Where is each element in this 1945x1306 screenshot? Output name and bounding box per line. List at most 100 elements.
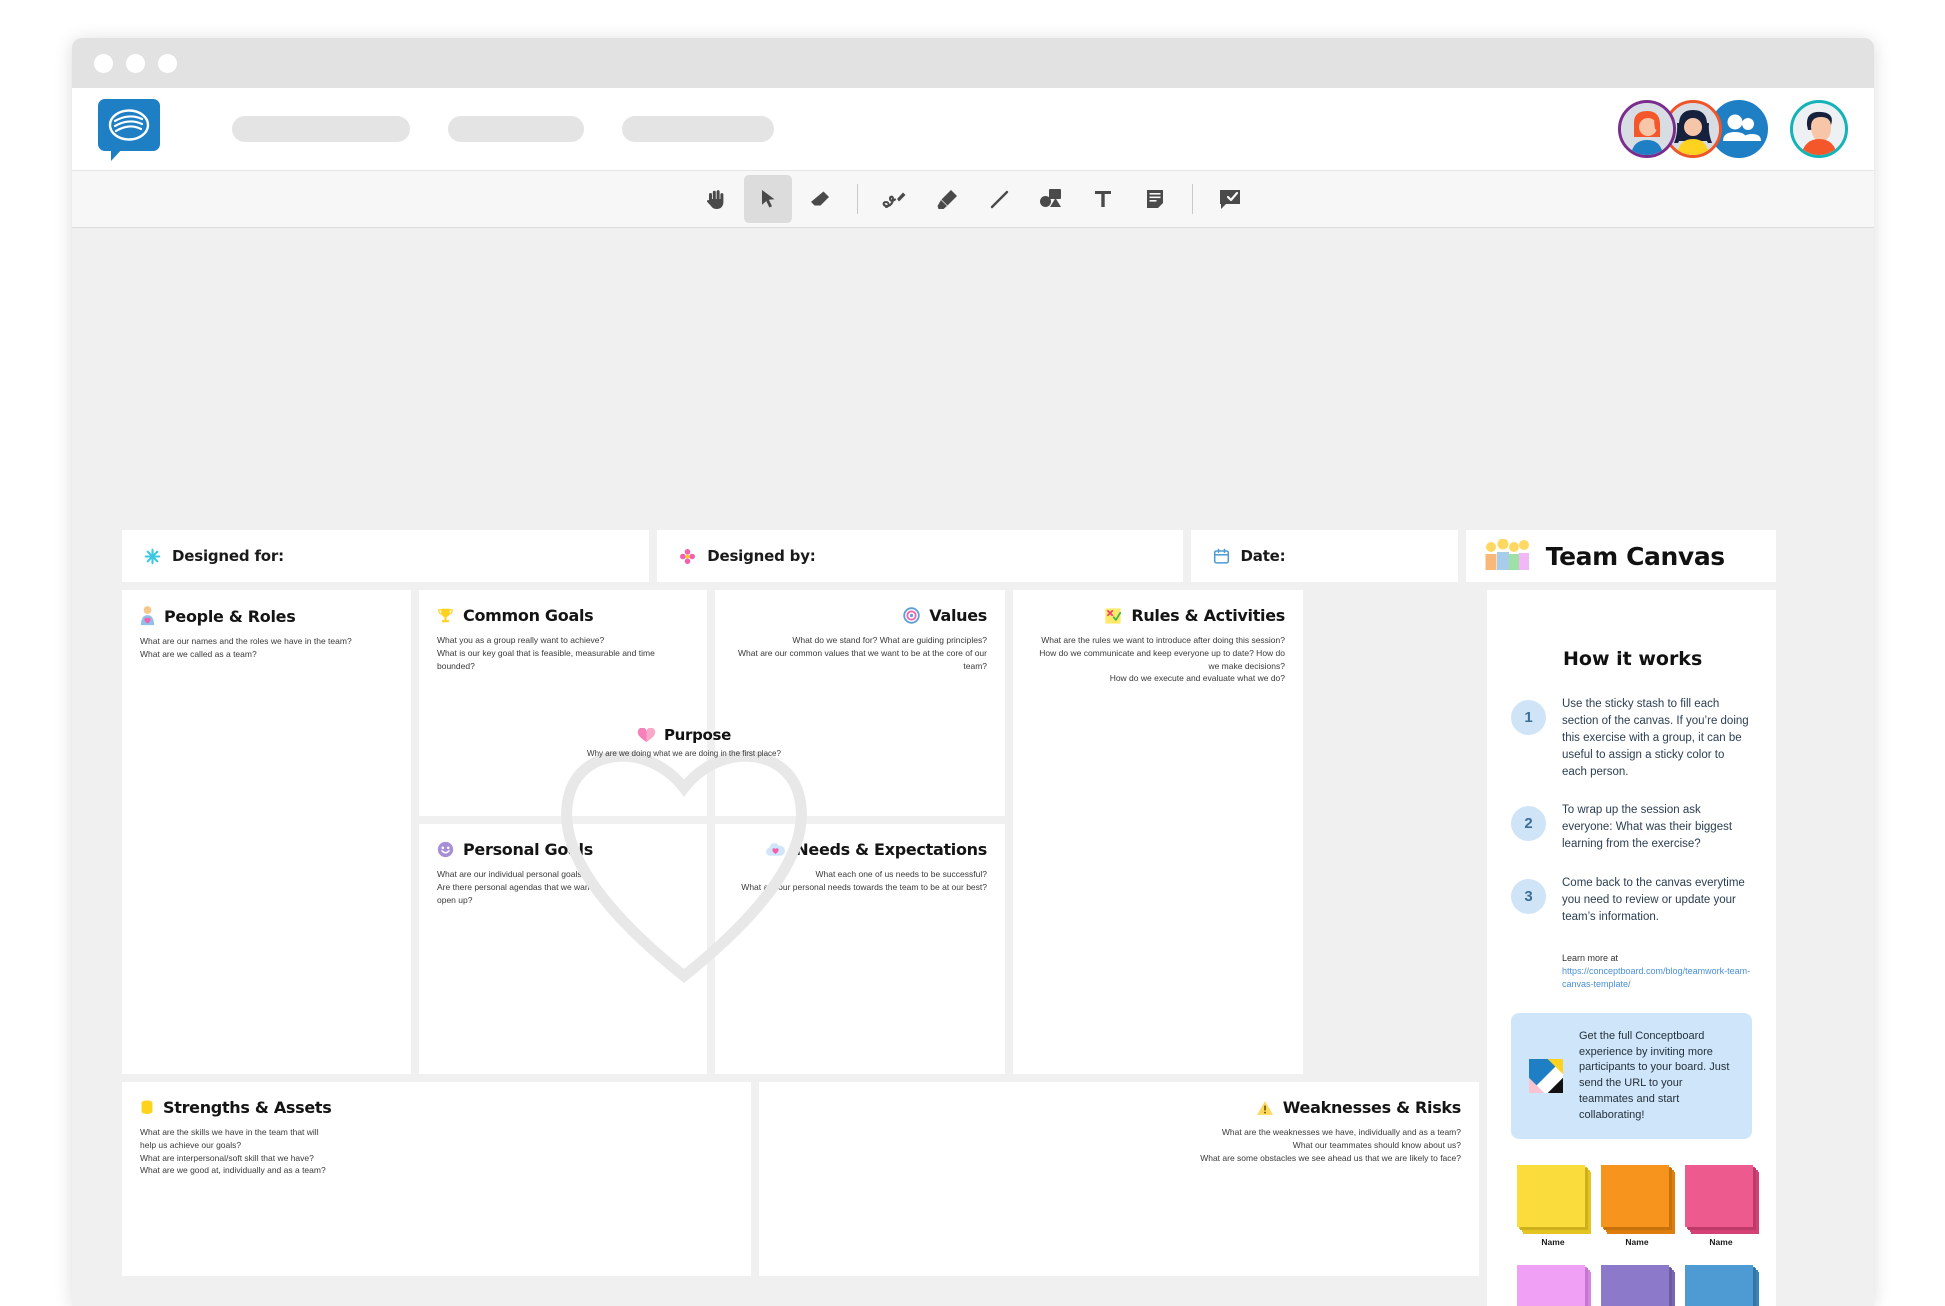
toolbar-divider-2 (1192, 184, 1193, 214)
card-sub-people: What are our names and the roles we have… (140, 636, 352, 659)
board-canvas[interactable]: Designed for: Designed by: Date: Team Ca… (72, 228, 1874, 1306)
designed-by-label: Designed by: (707, 547, 816, 565)
card-title-strengths: Strengths & Assets (163, 1098, 332, 1117)
header-pill-2[interactable] (448, 116, 584, 142)
sticky-note-icon[interactable] (1131, 175, 1179, 223)
header-pill-1[interactable] (232, 116, 410, 142)
pointer-icon[interactable] (744, 175, 792, 223)
card-title-values: Values (929, 606, 987, 625)
step-number: 1 (1511, 700, 1546, 735)
learn-more-link[interactable]: https://conceptboard.com/blog/teamwork-t… (1562, 966, 1750, 989)
card-sub-rules: What are the rules we want to introduce … (1039, 635, 1285, 684)
step-number: 2 (1511, 806, 1546, 842)
card-common-goals[interactable]: Common Goals What you as a group really … (419, 590, 707, 816)
eraser-icon[interactable] (796, 175, 844, 223)
board-main-row: People & Roles What are our names and th… (122, 590, 1776, 1306)
card-title-rules: Rules & Activities (1131, 606, 1285, 625)
conceptboard-mark-icon (1529, 1059, 1563, 1094)
sticky-stash-item[interactable]: Name (1517, 1265, 1592, 1306)
card-title-personal-goals: Personal Goals (463, 840, 593, 859)
step-text: Come back to the canvas everytime you ne… (1562, 877, 1745, 923)
header-placeholder-pills (232, 116, 774, 142)
calendar-icon (1213, 548, 1229, 564)
board-brand: Team Canvas (1465, 530, 1776, 582)
conceptboard-promo-box: Get the full Conceptboard experience by … (1511, 1012, 1752, 1140)
sticky-label: Name (1625, 1237, 1649, 1248)
card-weaknesses-risks[interactable]: Weaknesses & Risks What are the weakness… (759, 1082, 1479, 1276)
pen-icon[interactable] (871, 175, 919, 223)
sticky-note-pink[interactable] (1685, 1165, 1753, 1228)
team-canvas-board: Designed for: Designed by: Date: Team Ca… (122, 530, 1776, 1306)
trophy-icon (438, 608, 453, 623)
step-text: To wrap up the session ask everyone: Wha… (1562, 804, 1733, 851)
sticky-note-purple[interactable] (1601, 1265, 1669, 1306)
window-titlebar (72, 38, 1874, 88)
sticky-stash-item[interactable]: Name (1517, 1165, 1592, 1248)
designed-for-field[interactable]: Designed for: (122, 530, 650, 582)
header-pill-3[interactable] (622, 116, 774, 142)
learn-more-block: Learn more at https://conceptboard.com/b… (1562, 952, 1752, 991)
avatar-current-user[interactable] (1790, 100, 1848, 158)
card-values[interactable]: Values What do we stand for? What are gu… (715, 590, 1005, 816)
card-title-weaknesses: Weaknesses & Risks (1282, 1098, 1462, 1117)
card-sub-weaknesses: What are the weaknesses we have, individ… (1200, 1127, 1461, 1163)
line-icon[interactable] (975, 175, 1023, 223)
card-title-people: People & Roles (164, 606, 296, 626)
step-item: 2 To wrap up the session ask everyone: W… (1511, 802, 1752, 853)
collaborator-avatars (1618, 100, 1848, 158)
team-people-icon (1485, 539, 1529, 570)
text-icon[interactable] (1079, 175, 1127, 223)
sticky-note-orange[interactable] (1601, 1165, 1669, 1228)
step-number: 3 (1511, 879, 1546, 915)
how-it-works-steps: 1 Use the sticky stash to fill each sect… (1511, 696, 1752, 926)
card-title-common-goals: Common Goals (463, 606, 594, 625)
card-needs-expectations[interactable]: Needs & Expectations What each one of us… (715, 824, 1005, 1074)
step-text: Use the sticky stash to fill each sectio… (1562, 698, 1749, 778)
sticky-note-magenta[interactable] (1517, 1265, 1585, 1306)
comment-icon[interactable] (1206, 175, 1254, 223)
checklist-icon (1105, 607, 1122, 624)
board-middle-stack: Common Goals What you as a group really … (419, 590, 1005, 1074)
avatar-user-1[interactable] (1618, 100, 1676, 158)
sticky-stash: Name Name Name Name (1511, 1165, 1760, 1306)
sticky-stash-item[interactable]: Name (1685, 1165, 1760, 1248)
sticky-note-blue[interactable] (1685, 1265, 1753, 1306)
sticky-stash-item[interactable]: Name (1685, 1265, 1760, 1306)
avatar-1-art (1621, 103, 1673, 155)
window-maximize-dot[interactable] (158, 53, 177, 73)
window-minimize-dot[interactable] (126, 53, 145, 73)
card-personal-goals[interactable]: Personal Goals What are our individual p… (419, 824, 707, 1074)
learn-more-label: Learn more at (1562, 952, 1619, 963)
how-it-works-heading: How it works (1558, 648, 1708, 673)
sticky-label: Name (1709, 1237, 1733, 1248)
conceptboard-logo[interactable] (98, 99, 160, 161)
window-close-dot[interactable] (94, 53, 113, 73)
card-sub-values: What do we stand for? What are guiding p… (738, 635, 987, 671)
designed-for-label: Designed for: (172, 547, 284, 565)
person-heart-icon (140, 606, 155, 626)
card-rules-activities[interactable]: Rules & Activities What are the rules we… (1013, 590, 1303, 1074)
coins-icon (141, 1099, 153, 1114)
logo-glyph (108, 109, 150, 141)
sticky-label: Name (1541, 1237, 1565, 1248)
card-people-roles[interactable]: People & Roles What are our names and th… (122, 590, 411, 1074)
date-field[interactable]: Date: (1190, 530, 1458, 582)
designed-by-field[interactable]: Designed by: (657, 530, 1183, 582)
board-top-cards: People & Roles What are our names and th… (122, 590, 1479, 1074)
snowflake-icon (144, 548, 161, 564)
toolbar-divider-1 (857, 184, 858, 214)
board-title: Team Canvas (1545, 541, 1725, 571)
sticky-note-yellow[interactable] (1517, 1165, 1585, 1228)
sticky-stash-item[interactable]: Name (1601, 1265, 1676, 1306)
sticky-stash-item[interactable]: Name (1601, 1165, 1676, 1248)
avatar-4-art (1793, 103, 1845, 155)
drawing-toolbar (72, 170, 1874, 228)
shapes-icon[interactable] (1027, 175, 1075, 223)
smiley-icon (437, 841, 454, 858)
app-header (72, 88, 1874, 170)
promo-text: Get the full Conceptboard experience by … (1579, 1029, 1730, 1121)
board-bottom-cards: Strengths & Assets What are the skills w… (122, 1082, 1479, 1276)
hand-icon[interactable] (692, 175, 740, 223)
highlighter-icon[interactable] (923, 175, 971, 223)
card-strengths-assets[interactable]: Strengths & Assets What are the skills w… (122, 1082, 751, 1276)
